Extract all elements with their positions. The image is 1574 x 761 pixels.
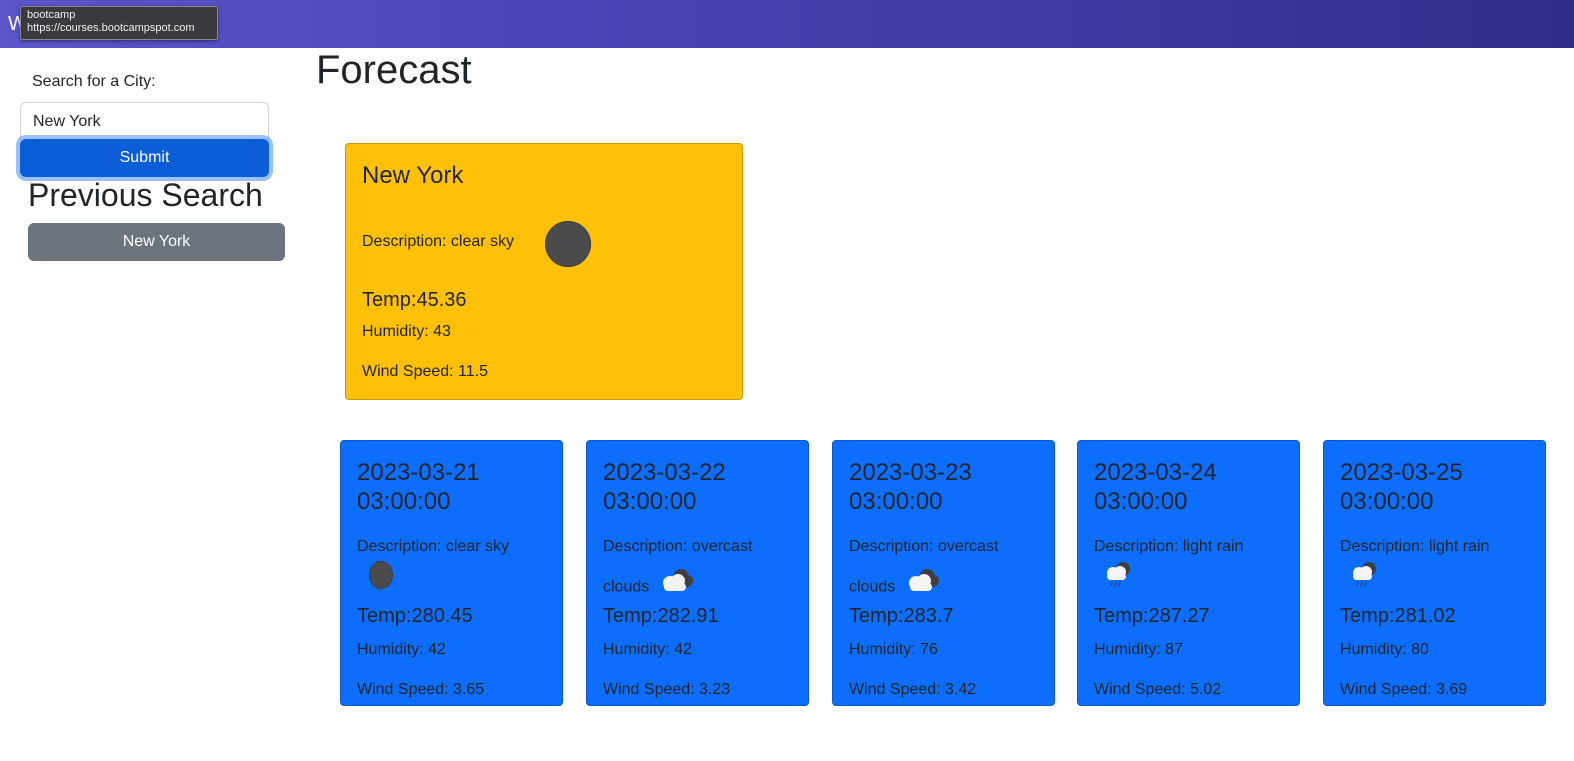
- forecast-temp: Temp:281.02: [1340, 605, 1456, 627]
- forecast-date: 2023-03-23 03:00:00: [849, 459, 972, 515]
- forecast-date: 2023-03-22 03:00:00: [603, 459, 726, 515]
- forecast-temp: Temp:287.27: [1094, 605, 1210, 627]
- forecast-temp: Temp:283.7: [849, 605, 954, 627]
- current-weather-card: New York Description: clear sky Temp:45.…: [345, 143, 743, 400]
- rain-cloud-icon: [1102, 559, 1134, 596]
- city-search-input[interactable]: [20, 102, 269, 140]
- forecast-wind: Wind Speed: 5.02: [1094, 681, 1222, 698]
- search-label: Search for a City:: [32, 73, 156, 90]
- forecast-humidity: Humidity: 87: [1094, 641, 1183, 658]
- forecast-card: 2023-03-22 03:00:00 Description: overcas…: [586, 440, 809, 706]
- top-bar: W bootcamp https://courses.bootcampspot.…: [0, 0, 1574, 48]
- current-description: Description: clear sky: [362, 233, 515, 250]
- current-humidity: Humidity: 43: [362, 323, 451, 340]
- previous-search-heading: Previous Search: [28, 177, 263, 213]
- link-tooltip: bootcamp https://courses.bootcampspot.co…: [20, 6, 218, 40]
- forecast-humidity: Humidity: 80: [1340, 641, 1429, 658]
- forecast-card: 2023-03-25 03:00:00 Description: light r…: [1323, 440, 1546, 706]
- forecast-description-wrap: Description: overcast clouds: [603, 527, 803, 609]
- forecast-wind: Wind Speed: 3.65: [357, 681, 485, 698]
- forecast-wind: Wind Speed: 3.23: [603, 681, 731, 698]
- forecast-date: 2023-03-25 03:00:00: [1340, 459, 1463, 515]
- tooltip-title: bootcamp: [27, 9, 76, 21]
- forecast-humidity: Humidity: 76: [849, 641, 938, 658]
- cloud-icon: [904, 566, 940, 609]
- rain-cloud-icon: [1348, 559, 1380, 596]
- tooltip-url: https://courses.bootcampspot.com: [27, 22, 195, 34]
- forecast-wind: Wind Speed: 3.69: [1340, 681, 1468, 698]
- forecast-humidity: Humidity: 42: [357, 641, 446, 658]
- forecast-date: 2023-03-24 03:00:00: [1094, 459, 1217, 515]
- forecast-date: 2023-03-21 03:00:00: [357, 459, 480, 515]
- current-city: New York: [362, 162, 464, 189]
- current-wind: Wind Speed: 11.5: [362, 363, 489, 380]
- forecast-card: 2023-03-24 03:00:00 Description: light r…: [1077, 440, 1300, 706]
- forecast-wind: Wind Speed: 3.42: [849, 681, 977, 698]
- history-item-button[interactable]: New York: [28, 223, 285, 261]
- cloud-icon: [658, 566, 694, 609]
- forecast-card: 2023-03-23 03:00:00 Description: overcas…: [832, 440, 1055, 706]
- current-temp: Temp:45.36: [362, 289, 467, 311]
- submit-button[interactable]: Submit: [20, 139, 269, 177]
- forecast-humidity: Humidity: 42: [603, 641, 692, 658]
- forecast-temp: Temp:280.45: [357, 605, 473, 627]
- moon-icon: [369, 561, 393, 589]
- page-title: Forecast: [316, 48, 472, 92]
- forecast-description-wrap: Description: overcast clouds: [849, 527, 1049, 609]
- forecast-card: 2023-03-21 03:00:00 Description: clear s…: [340, 440, 563, 706]
- moon-icon: [545, 221, 591, 267]
- forecast-temp: Temp:282.91: [603, 605, 719, 627]
